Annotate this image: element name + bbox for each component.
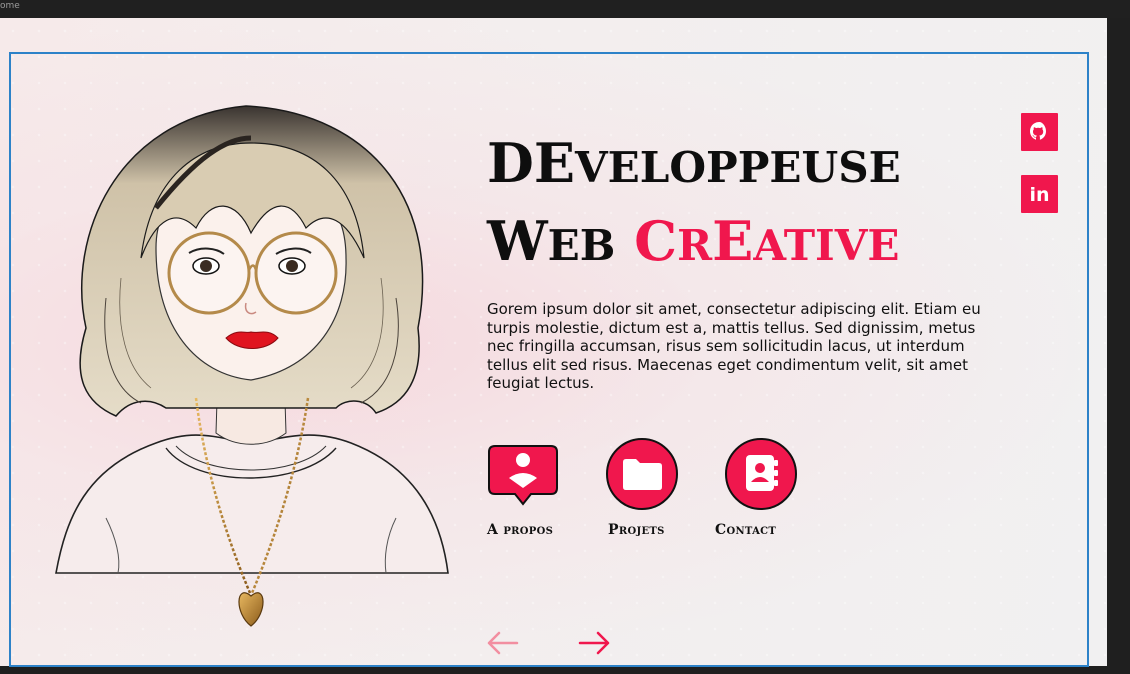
- title-l2-rest: EB: [547, 220, 616, 270]
- github-link[interactable]: [1021, 113, 1058, 151]
- linkedin-link[interactable]: in: [1021, 175, 1058, 213]
- title-l1-rest: VELOPPEUSE: [575, 142, 901, 192]
- portrait-illustration: [55, 105, 449, 627]
- arrow-left-icon[interactable]: [485, 628, 519, 658]
- hero-description: Gorem ipsum dolor sit amet, consectetur …: [487, 300, 981, 393]
- title-accent-r: R: [677, 220, 713, 270]
- title-l1-cap: D: [487, 131, 534, 195]
- linkedin-icon: in: [1029, 184, 1049, 206]
- title-accent-rest: ATIVE: [753, 220, 900, 270]
- hero-title-line2: WEB CREATIVE: [487, 214, 901, 268]
- title-accent: CREATIVE: [634, 209, 899, 273]
- title-accent-e: E: [712, 209, 754, 273]
- title-l2-cap: W: [487, 209, 548, 273]
- hero-page: DEVELOPPEUSE WEB CREATIVE Gorem ipsum do…: [0, 18, 1107, 667]
- linkedin-text: in: [1029, 184, 1049, 206]
- about-label: A propos: [487, 522, 554, 538]
- window-title: ome: [0, 1, 20, 11]
- hero-title: DEVELOPPEUSE WEB CREATIVE: [487, 136, 901, 268]
- user-chat-icon: [488, 445, 558, 506]
- arrow-right-icon[interactable]: [578, 628, 612, 658]
- address-book-icon: [725, 438, 797, 510]
- hero-title-line1: DEVELOPPEUSE: [487, 136, 901, 198]
- projects-label: Projets: [608, 522, 665, 538]
- contact-label: Contact: [715, 522, 777, 538]
- github-icon: [1030, 122, 1046, 140]
- title-accent-cap: C: [634, 209, 678, 273]
- window-titlebar: ome: [0, 0, 1130, 18]
- title-l1-e: E: [533, 131, 575, 195]
- folder-icon: [606, 438, 678, 510]
